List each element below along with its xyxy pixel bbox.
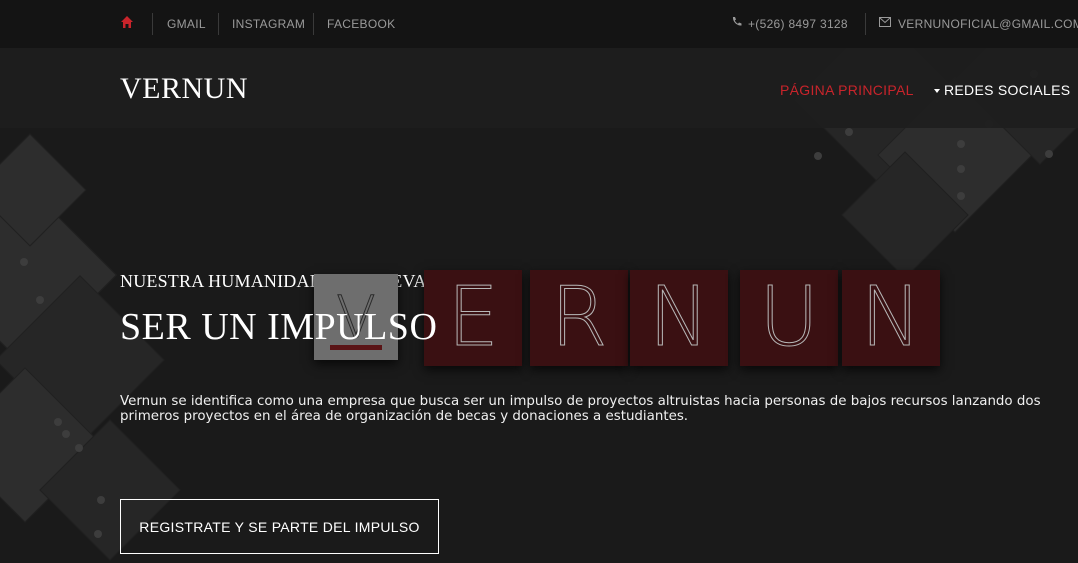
logo-tile: U (740, 270, 838, 366)
phone-icon (731, 16, 743, 28)
envelope-icon (879, 16, 891, 28)
caret-down-icon (934, 89, 940, 94)
site-logo[interactable]: VERNUN (120, 72, 248, 106)
hero-description: Vernun se identifica como una empresa qu… (120, 394, 1041, 424)
register-button[interactable]: REGISTRATE Y SE PARTE DEL IMPULSO (120, 499, 439, 554)
divider (313, 13, 314, 35)
logo-tile: E (424, 270, 522, 366)
nav-item-pagina-principal[interactable]: PÁGINA PRINCIPAL (780, 82, 914, 98)
hero-section: V E R N U N NUESTRA HUMANIDAD NOS LLEVA … (0, 128, 1078, 563)
divider (218, 13, 219, 35)
logo-tile: R (530, 270, 628, 366)
instagram-link[interactable]: INSTAGRAM (232, 17, 305, 31)
gmail-link[interactable]: GMAIL (167, 17, 206, 31)
facebook-link[interactable]: FACEBOOK (327, 17, 395, 31)
home-icon[interactable] (120, 15, 136, 31)
hero-title: SER UN IMPULSO (120, 306, 438, 348)
nav-label: REDES SOCIALES (944, 82, 1071, 98)
divider (865, 13, 866, 35)
nav-item-redes-sociales[interactable]: REDES SOCIALES (934, 82, 1070, 98)
main-header: VERNUN PÁGINA PRINCIPAL REDES SOCIALES (0, 48, 1078, 128)
phone-number: +(526) 8497 3128 (748, 17, 848, 31)
divider (152, 13, 153, 35)
logo-tile: N (842, 270, 940, 366)
top-bar: GMAIL INSTAGRAM FACEBOOK +(526) 8497 312… (0, 0, 1078, 48)
email-link[interactable]: VERNUNOFICIAL@GMAIL.COM (898, 17, 1078, 31)
logo-tile: N (630, 270, 728, 366)
